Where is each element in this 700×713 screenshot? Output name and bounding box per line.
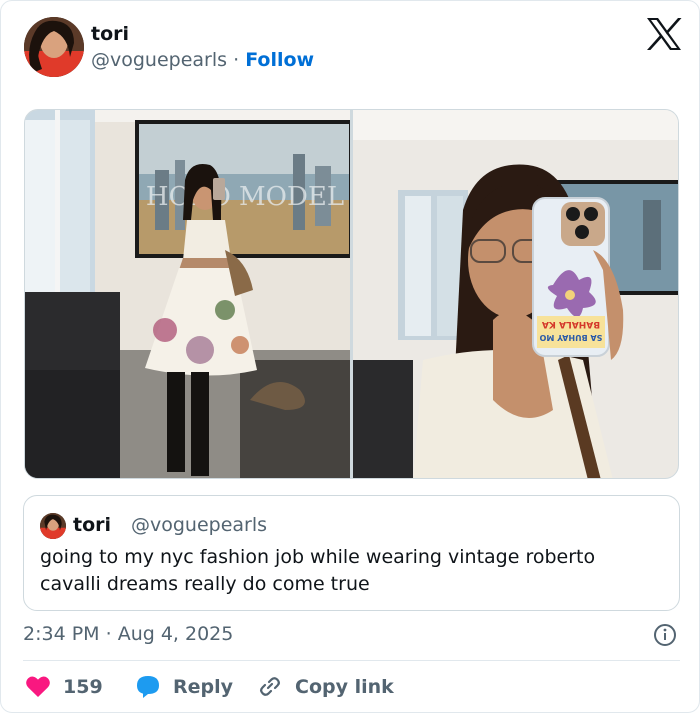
timestamp-separator: · [105,623,112,645]
quoted-tweet-text: going to my nyc fashion job while wearin… [40,546,596,595]
quoted-tweet-header: tori @voguepearls [40,513,440,539]
reply-button[interactable]: Reply [135,673,233,701]
photo-right[interactable]: BAHALA KA SA BUHAY MO [353,110,678,478]
handle-separator: · [233,49,240,71]
copy-link-label: Copy link [295,676,394,698]
follow-button[interactable]: Follow [245,49,314,71]
author-display-name[interactable]: tori [91,23,129,45]
quoted-author-name: tori [73,514,112,536]
copy-link-button[interactable]: Copy link [257,673,394,701]
info-icon[interactable] [653,623,677,647]
reply-label: Reply [173,676,234,698]
author-handle[interactable]: @voguepearls [91,49,227,71]
like-count: 159 [63,676,103,698]
action-bar: 159 Reply Copy link [23,673,680,701]
photo-left[interactable]: HORO MODEL [25,110,350,478]
divider [23,660,680,661]
media-grid: HORO MODEL BAHALA KA SA BUHAY MO [24,109,679,479]
like-button[interactable]: 159 [25,673,103,701]
phone-sticker-line1: BAHALA KA [542,319,600,329]
tweet-timestamp[interactable]: 2:34 PM · Aug 4, 2025 [23,623,233,645]
quoted-author-handle: @voguepearls [131,514,268,536]
phone-sticker-line2: SA BUHAY MO [539,333,602,342]
reply-bubble-icon [137,676,159,698]
quoted-author-avatar [40,513,66,539]
x-logo-icon[interactable] [645,17,683,51]
tweet-embed-card: tori @voguepearls · Follow HORO MODEL BA… [0,0,700,713]
quoted-tweet[interactable]: tori @voguepearls going to my nyc fashio… [23,495,680,611]
author-avatar[interactable] [24,17,84,77]
tv-screen-text: HORO MODEL [146,182,344,212]
author-handle-row: @voguepearls · Follow [91,49,314,71]
link-icon [260,677,280,696]
heart-icon [26,676,50,697]
tweet-date: Aug 4, 2025 [117,623,234,645]
tweet-time: 2:34 PM [23,623,100,645]
